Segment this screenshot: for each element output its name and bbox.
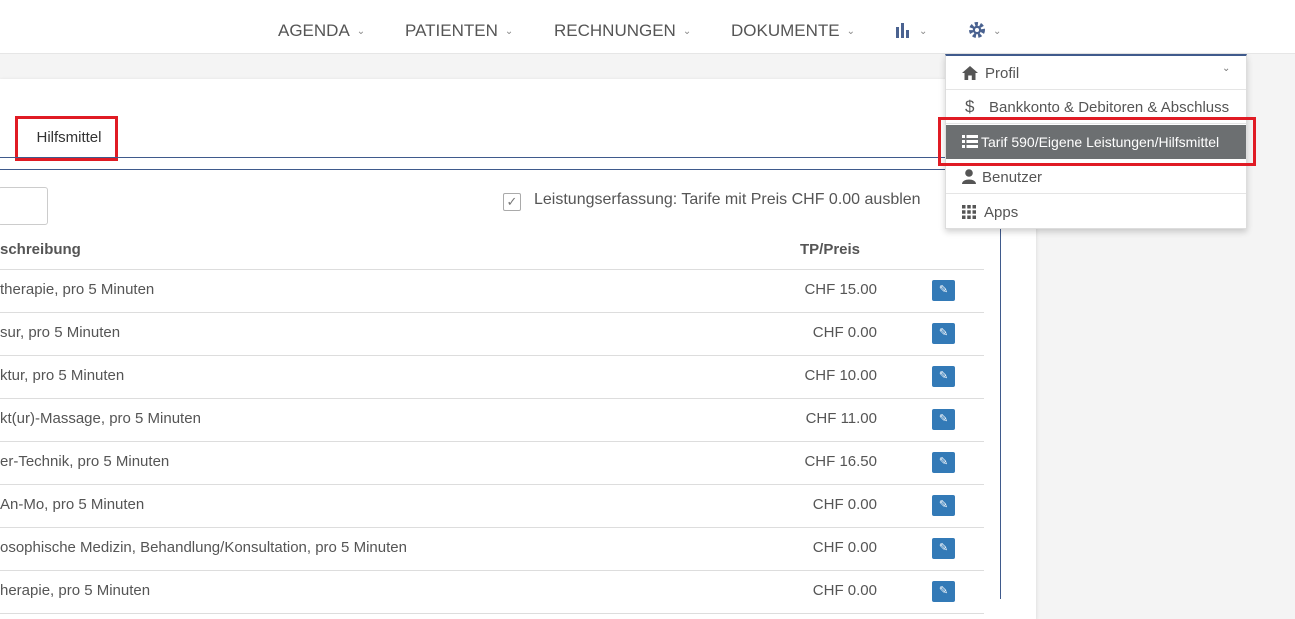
- table-row: er-Technik, pro 5 Minuten CHF 16.50 ✎: [0, 442, 984, 485]
- nav-rechnungen[interactable]: RECHNUNGEN ⌄: [554, 0, 691, 54]
- nav-patienten[interactable]: PATIENTEN ⌄: [405, 0, 513, 54]
- menu-item-bankkonto[interactable]: $ Bankkonto & Debitoren & Abschluss: [946, 90, 1246, 124]
- chevron-down-icon: ⌄: [846, 26, 856, 37]
- row-description: ktur, pro 5 Minuten: [0, 367, 125, 384]
- edit-icon[interactable]: ✎: [932, 452, 955, 473]
- tab-hilfsmittel[interactable]: Hilfsmittel: [24, 119, 114, 157]
- column-header-price[interactable]: TP/Preis: [800, 241, 860, 258]
- nav-rechnungen-label: RECHNUNGEN: [554, 21, 676, 40]
- row-price: CHF 0.00: [812, 496, 877, 513]
- menu-item-label: Bankkonto & Debitoren & Abschluss: [989, 99, 1230, 116]
- hide-zero-price-label: Leistungserfassung: Tarife mit Preis CHF…: [534, 191, 921, 208]
- row-price: CHF 0.00: [812, 582, 877, 599]
- grid-icon: [962, 205, 976, 219]
- table-row: An-Mo, pro 5 Minuten CHF 0.00 ✎: [0, 485, 984, 528]
- edit-icon[interactable]: ✎: [932, 323, 955, 344]
- row-price: CHF 15.00: [804, 281, 877, 298]
- chevron-down-icon: ⌄: [919, 26, 928, 37]
- dollar-icon: $: [965, 97, 975, 116]
- edit-icon[interactable]: ✎: [932, 280, 955, 301]
- nav-statistics[interactable]: ⌄: [895, 0, 927, 54]
- user-icon: [962, 169, 976, 184]
- row-price: CHF 0.00: [812, 539, 877, 556]
- menu-item-label: Benutzer: [982, 169, 1043, 186]
- menu-item-benutzer[interactable]: Benutzer: [946, 160, 1246, 194]
- home-icon: [962, 66, 978, 80]
- chevron-down-icon: ⌄: [1222, 63, 1231, 74]
- nav-dokumente[interactable]: DOKUMENTE ⌄: [731, 0, 855, 54]
- menu-item-label: Apps: [984, 204, 1019, 221]
- menu-item-label: Profil: [985, 65, 1020, 82]
- content-border-top: [0, 169, 1001, 170]
- nav-patienten-label: PATIENTEN: [405, 21, 498, 40]
- row-price: CHF 11.00: [805, 410, 877, 427]
- top-navbar: AGENDA ⌄ PATIENTEN ⌄ RECHNUNGEN ⌄ DOKUMENTE…: [0, 0, 1295, 54]
- gear-icon: [969, 21, 985, 38]
- row-price: CHF 0.00: [812, 324, 877, 341]
- row-description: sur, pro 5 Minuten: [0, 324, 121, 341]
- settings-dropdown-menu: Profil ⌄ $ Bankkonto & Debitoren & Absch…: [945, 54, 1247, 229]
- chevron-down-icon: ⌄: [356, 26, 366, 37]
- column-header-description[interactable]: schreibung: [0, 241, 81, 258]
- row-description: An-Mo, pro 5 Minuten: [0, 496, 145, 513]
- menu-item-label: Tarif 590/Eigene Leistungen/Hilfsmittel: [981, 134, 1220, 150]
- table-row: therapie, pro 5 Minuten CHF 15.00 ✎: [0, 270, 984, 313]
- row-description: kt(ur)-Massage, pro 5 Minuten: [0, 410, 201, 427]
- row-price: CHF 16.50: [804, 453, 877, 470]
- chevron-down-icon: ⌄: [504, 26, 514, 37]
- edit-icon[interactable]: ✎: [932, 366, 955, 387]
- table-row: sur, pro 5 Minuten CHF 0.00 ✎: [0, 313, 984, 356]
- content-border-right: [1000, 169, 1001, 599]
- nav-dokumente-label: DOKUMENTE: [731, 21, 840, 40]
- table-row: kt(ur)-Massage, pro 5 Minuten CHF 11.00 …: [0, 399, 984, 442]
- edit-icon[interactable]: ✎: [932, 495, 955, 516]
- row-description: er-Technik, pro 5 Minuten: [0, 453, 170, 470]
- menu-item-apps[interactable]: Apps: [946, 195, 1246, 229]
- list-icon: [962, 135, 978, 148]
- menu-item-tarif[interactable]: Tarif 590/Eigene Leistungen/Hilfsmittel: [946, 125, 1246, 159]
- table-row: ktur, pro 5 Minuten CHF 10.00 ✎: [0, 356, 984, 399]
- table-row: osophische Medizin, Behandlung/Konsultat…: [0, 528, 984, 571]
- menu-item-profil[interactable]: Profil ⌄: [946, 56, 1246, 90]
- chevron-down-icon: ⌄: [682, 26, 692, 37]
- nav-settings[interactable]: ⌄: [968, 0, 1001, 54]
- bar-chart-icon: [896, 22, 909, 38]
- edit-icon[interactable]: ✎: [932, 538, 955, 559]
- tab-underline: [0, 157, 1001, 158]
- hide-zero-price-checkbox[interactable]: ✓: [503, 193, 521, 211]
- edit-icon[interactable]: ✎: [932, 409, 955, 430]
- edit-icon[interactable]: ✎: [932, 581, 955, 602]
- row-price: CHF 10.00: [804, 367, 877, 384]
- nav-agenda-label: AGENDA: [278, 21, 350, 40]
- search-input[interactable]: [0, 187, 48, 225]
- nav-agenda[interactable]: AGENDA ⌄: [278, 0, 365, 54]
- table-row: herapie, pro 5 Minuten CHF 0.00 ✎: [0, 571, 984, 614]
- row-description: osophische Medizin, Behandlung/Konsultat…: [0, 539, 407, 556]
- row-description: therapie, pro 5 Minuten: [0, 281, 155, 298]
- row-description: herapie, pro 5 Minuten: [0, 582, 151, 599]
